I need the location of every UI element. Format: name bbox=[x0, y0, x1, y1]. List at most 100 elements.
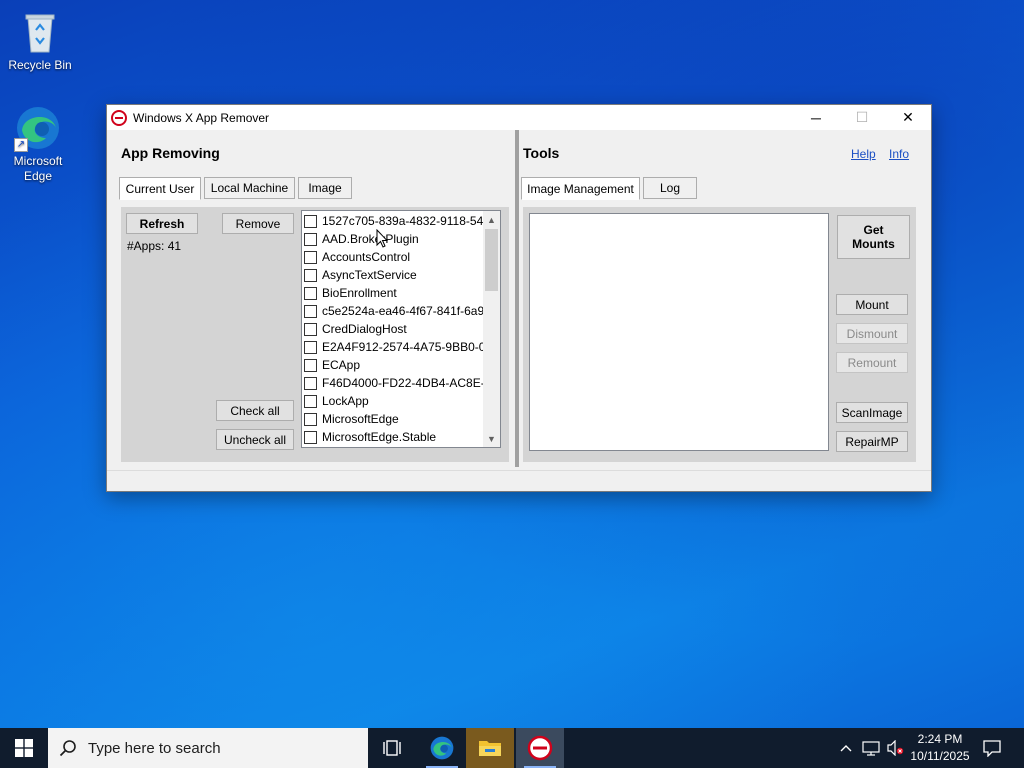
network-button[interactable] bbox=[860, 728, 882, 768]
app-list-item[interactable]: AccountsControl bbox=[304, 248, 410, 266]
search-placeholder: Type here to search bbox=[88, 739, 221, 757]
app-list-item[interactable]: F46D4000-FD22-4DB4-AC8E-4E bbox=[304, 374, 499, 392]
info-link[interactable]: Info bbox=[889, 147, 909, 161]
app-checkbox[interactable] bbox=[304, 232, 317, 246]
notifications-button[interactable] bbox=[978, 728, 1006, 768]
taskbar: Type here to search 2:24 PM 10/11/2025 bbox=[0, 728, 1024, 768]
app-name: AccountsControl bbox=[322, 250, 411, 264]
tab-current-user[interactable]: Current User bbox=[119, 177, 201, 200]
app-checkbox[interactable] bbox=[304, 286, 317, 300]
app-checkbox[interactable] bbox=[304, 394, 317, 408]
desktop-icon-label: Microsoft Edge bbox=[13, 154, 63, 183]
check-all-button[interactable]: Check all bbox=[216, 400, 294, 421]
task-view-icon bbox=[383, 740, 401, 756]
window-client-area: App Removing Current User Local Machine … bbox=[107, 130, 931, 491]
notifications-icon bbox=[983, 740, 1001, 757]
desktop-icon-recycle-bin[interactable]: Recycle Bin bbox=[2, 8, 78, 73]
edge-icon bbox=[430, 736, 454, 760]
app-checkbox[interactable] bbox=[304, 430, 317, 444]
repair-mp-button[interactable]: RepairMP bbox=[836, 431, 908, 452]
app-name: LockApp bbox=[322, 394, 369, 408]
dismount-button[interactable]: Dismount bbox=[836, 323, 908, 344]
edge-icon: ↗ bbox=[14, 104, 62, 152]
chevron-up-icon bbox=[840, 745, 852, 752]
uncheck-all-button[interactable]: Uncheck all bbox=[216, 429, 294, 450]
scroll-down-icon[interactable]: ▼ bbox=[483, 430, 500, 447]
task-view-button[interactable] bbox=[368, 728, 416, 768]
refresh-button[interactable]: Refresh bbox=[126, 213, 198, 234]
title-bar[interactable]: Windows X App Remover ─ ☐ ✕ bbox=[107, 105, 931, 130]
start-button[interactable] bbox=[0, 728, 48, 768]
remount-button[interactable]: Remount bbox=[836, 352, 908, 373]
app-list-item[interactable]: AsyncTextService bbox=[304, 266, 417, 284]
app-list-item[interactable]: BioEnrollment bbox=[304, 284, 397, 302]
app-list-item[interactable]: 1527c705-839a-4832-9118-54 bbox=[304, 212, 483, 230]
tab-log[interactable]: Log bbox=[643, 177, 697, 199]
app-name: AsyncTextService bbox=[322, 268, 417, 282]
pane-splitter[interactable] bbox=[515, 130, 519, 467]
mount-button[interactable]: Mount bbox=[836, 294, 908, 315]
app-checkbox[interactable] bbox=[304, 304, 317, 318]
help-link[interactable]: Help bbox=[851, 147, 876, 161]
app-checkbox[interactable] bbox=[304, 322, 317, 336]
scroll-thumb[interactable] bbox=[485, 229, 498, 291]
app-list-item[interactable]: LockApp bbox=[304, 392, 369, 410]
tab-image-management[interactable]: Image Management bbox=[521, 177, 640, 200]
minimize-button[interactable]: ─ bbox=[793, 105, 839, 130]
app-name: AAD.BrokerPlugin bbox=[322, 232, 419, 246]
taskbar-edge-button[interactable] bbox=[418, 728, 466, 768]
app-checkbox[interactable] bbox=[304, 358, 317, 372]
network-icon bbox=[862, 741, 880, 756]
apps-scrollbar[interactable]: ▲ ▼ bbox=[483, 211, 500, 447]
app-checkbox[interactable] bbox=[304, 376, 317, 390]
app-list-item[interactable]: c5e2524a-ea46-4f67-841f-6a9 bbox=[304, 302, 484, 320]
app-name: MicrosoftEdge.Stable bbox=[322, 430, 437, 444]
mounts-list[interactable] bbox=[529, 213, 829, 451]
shortcut-arrow-icon: ↗ bbox=[14, 138, 28, 152]
file-explorer-icon bbox=[479, 741, 501, 756]
maximize-button[interactable]: ☐ bbox=[839, 105, 885, 130]
app-name: CredDialogHost bbox=[322, 322, 407, 336]
tab-local-machine[interactable]: Local Machine bbox=[204, 177, 295, 199]
mouse-cursor-icon bbox=[376, 228, 389, 248]
desktop-icon-edge[interactable]: ↗ Microsoft Edge bbox=[0, 104, 76, 184]
tools-title: Tools bbox=[523, 145, 560, 161]
tab-image[interactable]: Image bbox=[298, 177, 352, 199]
app-list-item[interactable]: E2A4F912-2574-4A75-9BB0-0D bbox=[304, 338, 494, 356]
taskbar-file-explorer-button[interactable] bbox=[466, 728, 514, 768]
app-name: 1527c705-839a-4832-9118-54 bbox=[322, 214, 484, 228]
taskbar-app-remover-button[interactable] bbox=[516, 728, 564, 768]
show-hidden-icons-button[interactable] bbox=[836, 728, 856, 768]
app-remover-icon bbox=[527, 735, 553, 761]
get-mounts-button[interactable]: Get Mounts bbox=[837, 215, 910, 259]
app-checkbox[interactable] bbox=[304, 250, 317, 264]
close-button[interactable]: ✕ bbox=[885, 105, 931, 130]
app-name: c5e2524a-ea46-4f67-841f-6a9 bbox=[322, 304, 485, 318]
app-list-item[interactable]: CredDialogHost bbox=[304, 320, 407, 338]
app-checkbox[interactable] bbox=[304, 214, 317, 228]
status-bar bbox=[107, 470, 931, 491]
volume-button[interactable] bbox=[884, 728, 906, 768]
app-checkbox[interactable] bbox=[304, 268, 317, 282]
window-title: Windows X App Remover bbox=[133, 110, 270, 125]
taskbar-clock[interactable]: 2:24 PM 10/11/2025 bbox=[904, 731, 976, 765]
app-list-item[interactable]: MicrosoftEdge bbox=[304, 410, 399, 428]
app-list-item[interactable]: MicrosoftEdge.Stable bbox=[304, 428, 436, 446]
app-list-item[interactable]: ECApp bbox=[304, 356, 360, 374]
clock-date: 10/11/2025 bbox=[910, 749, 970, 763]
recycle-bin-icon bbox=[16, 8, 64, 56]
app-checkbox[interactable] bbox=[304, 412, 317, 426]
scroll-up-icon[interactable]: ▲ bbox=[483, 211, 500, 228]
desktop-icon-label: Recycle Bin bbox=[8, 58, 72, 72]
app-list-item[interactable]: AAD.BrokerPlugin bbox=[304, 230, 419, 248]
taskbar-search[interactable]: Type here to search bbox=[48, 728, 368, 768]
app-name: ECApp bbox=[322, 358, 361, 372]
app-removing-panel: Refresh Remove #Apps: 41 Check all Unche… bbox=[121, 207, 509, 462]
apps-checklist[interactable]: 1527c705-839a-4832-9118-54 AAD.BrokerPlug… bbox=[301, 210, 501, 448]
app-name: MicrosoftEdge bbox=[322, 412, 399, 426]
windows-logo-icon bbox=[15, 739, 33, 757]
app-name: E2A4F912-2574-4A75-9BB0-0D bbox=[322, 340, 495, 354]
remove-button[interactable]: Remove bbox=[222, 213, 294, 234]
scan-image-button[interactable]: ScanImage bbox=[836, 402, 908, 423]
app-checkbox[interactable] bbox=[304, 340, 317, 354]
